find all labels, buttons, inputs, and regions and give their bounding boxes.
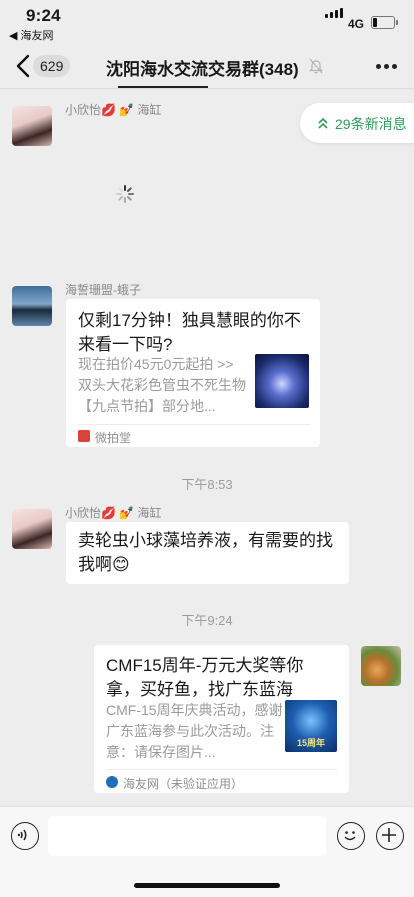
divider: [106, 769, 337, 770]
status-bar: 9:24 ◀ 海友网 4G: [0, 0, 414, 44]
double-chevron-up-icon: [318, 117, 328, 129]
status-time: 9:24: [26, 6, 61, 25]
voice-input-button[interactable]: [11, 822, 39, 850]
card-thumbnail: [255, 354, 309, 408]
new-messages-button[interactable]: 29条新消息: [300, 103, 414, 143]
network-type: 4G: [348, 17, 365, 31]
divider: [78, 424, 310, 425]
avatar[interactable]: [12, 106, 52, 146]
back-to-app-link[interactable]: ◀ 海友网: [9, 27, 54, 43]
home-indicator: [134, 883, 280, 888]
message-text: 卖轮虫小球藻培养液，有需要的找我啊😊: [78, 531, 333, 574]
link-card[interactable]: 仅剩17分钟！独具慧眼的你不来看一下吗? 现在拍价45元0元起拍 >> 双头大花…: [66, 299, 320, 447]
thumbnail-caption: 15周年: [296, 738, 325, 748]
loading-progress-bar: [118, 86, 208, 88]
timestamp: 下午9:24: [181, 613, 233, 628]
battery-icon: [371, 16, 398, 29]
loading-spinner-icon: [116, 185, 134, 203]
avatar[interactable]: [12, 509, 52, 549]
chat-title: 沈阳海水交流交易群(348): [106, 60, 299, 79]
unread-count-badge[interactable]: 629: [33, 55, 71, 77]
card-description: 现在拍价45元0元起拍 >> 双头大花彩色管虫不死生物【九点节拍】部分地...: [78, 356, 246, 414]
smile-icon: [344, 831, 356, 841]
sender-name: 小欣怡💋 💅 海缸: [65, 103, 162, 117]
timestamp: 下午8:53: [181, 477, 233, 492]
more-functions-button[interactable]: [376, 822, 404, 850]
plus-icon: [382, 828, 396, 842]
link-card[interactable]: CMF15周年-万元大奖等你拿，买好鱼，找广东蓝海 CMF-15周年庆典活动，感…: [94, 645, 349, 793]
mute-bell-icon: [309, 58, 323, 74]
card-thumbnail: 15周年: [285, 700, 337, 752]
weipaitang-icon: [78, 430, 90, 442]
haiyouwang-icon: [106, 776, 118, 788]
avatar[interactable]: [12, 286, 52, 326]
sender-name: 小欣怡💋 💅 海缸: [65, 506, 162, 520]
card-source: 海友网（未验证应用）: [123, 777, 244, 791]
message-bubble[interactable]: 卖轮虫小球藻培养液，有需要的找我啊😊: [66, 522, 349, 584]
emoji-button[interactable]: [337, 822, 365, 850]
new-messages-label: 29条新消息: [335, 116, 407, 132]
self-avatar[interactable]: [361, 646, 401, 686]
card-title: CMF15周年-万元大奖等你拿，买好鱼，找广东蓝海: [106, 656, 304, 699]
message-input[interactable]: [48, 816, 326, 856]
card-source: 微拍堂: [95, 431, 132, 445]
card-title: 仅剩17分钟！独具慧眼的你不来看一下吗?: [78, 311, 301, 354]
card-description: CMF-15周年庆典活动，感谢广东蓝海参与此次活动。注意：请保存图片...: [106, 702, 283, 760]
voice-icon: [17, 829, 27, 841]
more-options-icon[interactable]: [376, 64, 398, 70]
chat-header: 629 沈阳海水交流交易群(348): [0, 44, 414, 89]
sender-name: 海誓珊盟-蛾子: [65, 283, 141, 297]
